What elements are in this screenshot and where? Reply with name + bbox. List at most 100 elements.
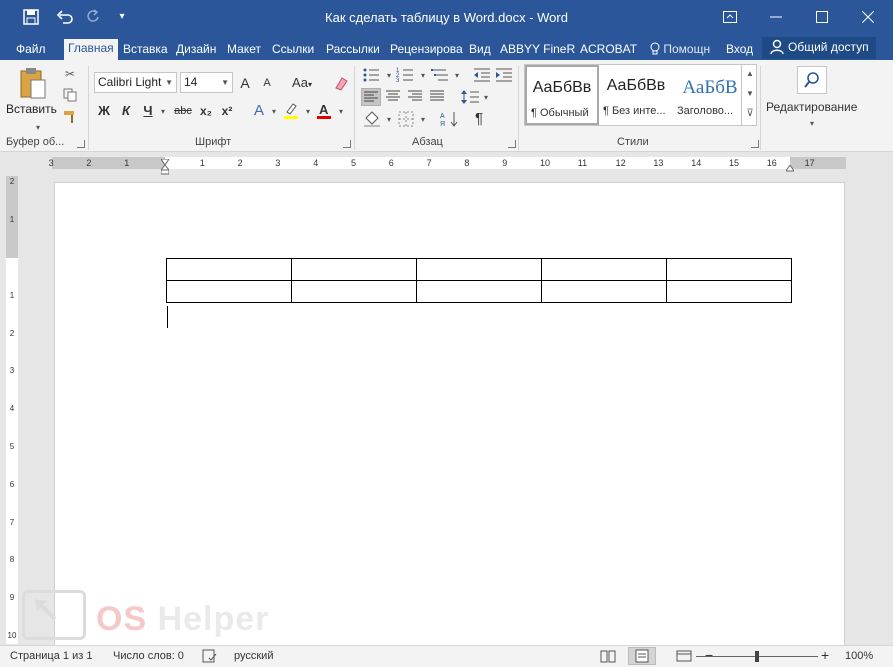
web-layout-icon[interactable] bbox=[676, 649, 692, 666]
font-color-icon[interactable]: A bbox=[315, 100, 333, 122]
multilevel-list-icon[interactable] bbox=[430, 66, 450, 84]
text-effects-dropdown-icon[interactable]: ▾ bbox=[266, 104, 282, 120]
signin-link[interactable]: Вход bbox=[722, 40, 757, 60]
table-cell[interactable] bbox=[291, 258, 417, 281]
shrink-font-button[interactable]: A bbox=[260, 72, 274, 94]
grow-font-button[interactable]: A bbox=[238, 72, 252, 94]
paste-icon[interactable] bbox=[18, 66, 48, 100]
bullets-dropdown-icon[interactable]: ▾ bbox=[381, 68, 397, 84]
read-mode-icon[interactable] bbox=[600, 649, 616, 666]
scroll-down-icon[interactable]: ▼ bbox=[742, 86, 758, 102]
document-table[interactable] bbox=[166, 258, 792, 303]
tab-review[interactable]: Рецензирова bbox=[386, 40, 467, 60]
decrease-indent-icon[interactable] bbox=[472, 66, 492, 84]
copy-icon[interactable] bbox=[62, 88, 78, 104]
zoom-in-icon[interactable]: + bbox=[821, 647, 829, 663]
language[interactable]: русский bbox=[234, 650, 273, 662]
editing-dropdown-icon[interactable]: ▾ bbox=[804, 116, 820, 132]
paste-dropdown-icon[interactable]: ▾ bbox=[30, 120, 46, 136]
cut-icon[interactable]: ✂ bbox=[62, 66, 78, 82]
minimize-icon[interactable] bbox=[753, 0, 799, 34]
bold-button[interactable]: Ж bbox=[97, 100, 111, 122]
clear-formatting-icon[interactable] bbox=[332, 72, 350, 94]
find-icon[interactable] bbox=[797, 66, 827, 94]
font-name-select[interactable]: Calibri Light ▼ bbox=[94, 72, 177, 93]
italic-button[interactable]: К bbox=[119, 100, 133, 122]
page-count[interactable]: Страница 1 из 1 bbox=[10, 650, 92, 662]
tab-design[interactable]: Дизайн bbox=[172, 40, 220, 60]
scroll-up-icon[interactable]: ▲ bbox=[742, 66, 758, 82]
print-layout-icon[interactable] bbox=[628, 647, 656, 665]
justify-icon[interactable] bbox=[428, 88, 448, 106]
font-size-select[interactable]: 14 ▼ bbox=[180, 72, 233, 93]
zoom-slider-thumb[interactable] bbox=[755, 651, 759, 662]
table-cell[interactable] bbox=[666, 258, 792, 281]
show-formatting-button[interactable]: ¶ bbox=[470, 108, 488, 130]
maximize-icon[interactable] bbox=[799, 0, 845, 34]
tab-references[interactable]: Ссылки bbox=[268, 40, 318, 60]
font-launcher-icon[interactable] bbox=[343, 140, 351, 148]
table-cell[interactable] bbox=[541, 280, 667, 303]
tab-insert[interactable]: Вставка bbox=[119, 40, 172, 60]
strikethrough-button[interactable]: abc bbox=[172, 100, 194, 122]
change-case-button[interactable]: Aa▾ bbox=[288, 72, 316, 94]
tab-mailings[interactable]: Рассылки bbox=[322, 40, 384, 60]
right-indent-marker[interactable] bbox=[785, 162, 795, 172]
table-cell[interactable] bbox=[416, 258, 542, 281]
subscript-button[interactable]: x₂ bbox=[198, 100, 214, 122]
borders-icon[interactable] bbox=[396, 110, 416, 128]
format-painter-icon[interactable] bbox=[62, 110, 78, 126]
align-center-icon[interactable] bbox=[384, 88, 404, 106]
tab-home[interactable]: Главная bbox=[64, 39, 118, 60]
style-no-spacing[interactable]: АаБбВв ¶ Без инте... bbox=[599, 65, 673, 125]
table-cell[interactable] bbox=[291, 280, 417, 303]
styles-launcher-icon[interactable] bbox=[751, 140, 759, 148]
tab-layout[interactable]: Макет bbox=[223, 40, 265, 60]
style-normal[interactable]: АаБбВв ¶ Обычный bbox=[525, 65, 599, 125]
close-icon[interactable] bbox=[845, 0, 891, 34]
table-cell[interactable] bbox=[166, 280, 292, 303]
editing-button[interactable]: Редактирование bbox=[766, 100, 857, 114]
proofing-icon[interactable] bbox=[202, 649, 218, 666]
tell-me-search[interactable]: Помощн bbox=[646, 40, 714, 60]
zoom-out-icon[interactable]: − bbox=[705, 647, 713, 663]
tab-view[interactable]: Вид bbox=[465, 40, 495, 60]
word-count[interactable]: Число слов: 0 bbox=[113, 650, 184, 662]
ribbon-display-icon[interactable] bbox=[707, 0, 753, 34]
borders-dropdown-icon[interactable]: ▾ bbox=[415, 112, 431, 128]
align-right-icon[interactable] bbox=[406, 88, 426, 106]
document-page[interactable] bbox=[54, 182, 845, 652]
underline-dropdown-icon[interactable]: ▾ bbox=[155, 104, 171, 120]
table-cell[interactable] bbox=[541, 258, 667, 281]
shading-dropdown-icon[interactable]: ▾ bbox=[381, 112, 397, 128]
sort-icon[interactable]: АЯ bbox=[440, 110, 460, 128]
more-styles-icon[interactable]: ⊽ bbox=[742, 106, 758, 122]
clipboard-launcher-icon[interactable] bbox=[77, 140, 85, 148]
bullets-icon[interactable] bbox=[362, 66, 382, 84]
highlight-dropdown-icon[interactable]: ▾ bbox=[300, 104, 316, 120]
font-color-dropdown-icon[interactable]: ▾ bbox=[333, 104, 349, 120]
first-line-indent-marker[interactable] bbox=[160, 156, 170, 166]
table-cell[interactable] bbox=[416, 280, 542, 303]
table-cell[interactable] bbox=[166, 258, 292, 281]
tab-file[interactable]: Файл bbox=[12, 40, 50, 60]
line-spacing-icon[interactable] bbox=[460, 88, 480, 106]
tab-acrobat[interactable]: ACROBAT bbox=[576, 40, 641, 60]
tab-abbyy[interactable]: ABBYY FineR bbox=[496, 40, 579, 60]
paste-button[interactable]: Вставить bbox=[6, 102, 57, 116]
zoom-level[interactable]: 100% bbox=[845, 650, 873, 662]
numbering-dropdown-icon[interactable]: ▾ bbox=[415, 68, 431, 84]
numbering-icon[interactable]: 123 bbox=[396, 66, 416, 84]
underline-button[interactable]: Ч bbox=[141, 100, 155, 122]
increase-indent-icon[interactable] bbox=[494, 66, 514, 84]
multilevel-dropdown-icon[interactable]: ▾ bbox=[449, 68, 465, 84]
share-button[interactable]: Общий доступ bbox=[762, 37, 876, 59]
align-left-icon[interactable] bbox=[361, 88, 381, 106]
left-indent-marker[interactable] bbox=[159, 164, 171, 175]
superscript-button[interactable]: x² bbox=[219, 100, 235, 122]
style-heading[interactable]: АаБбВ Заголово... bbox=[673, 65, 747, 125]
highlight-icon[interactable] bbox=[282, 100, 300, 122]
line-spacing-dropdown-icon[interactable]: ▾ bbox=[478, 90, 494, 106]
shading-icon[interactable] bbox=[362, 110, 382, 128]
paragraph-launcher-icon[interactable] bbox=[508, 140, 516, 148]
